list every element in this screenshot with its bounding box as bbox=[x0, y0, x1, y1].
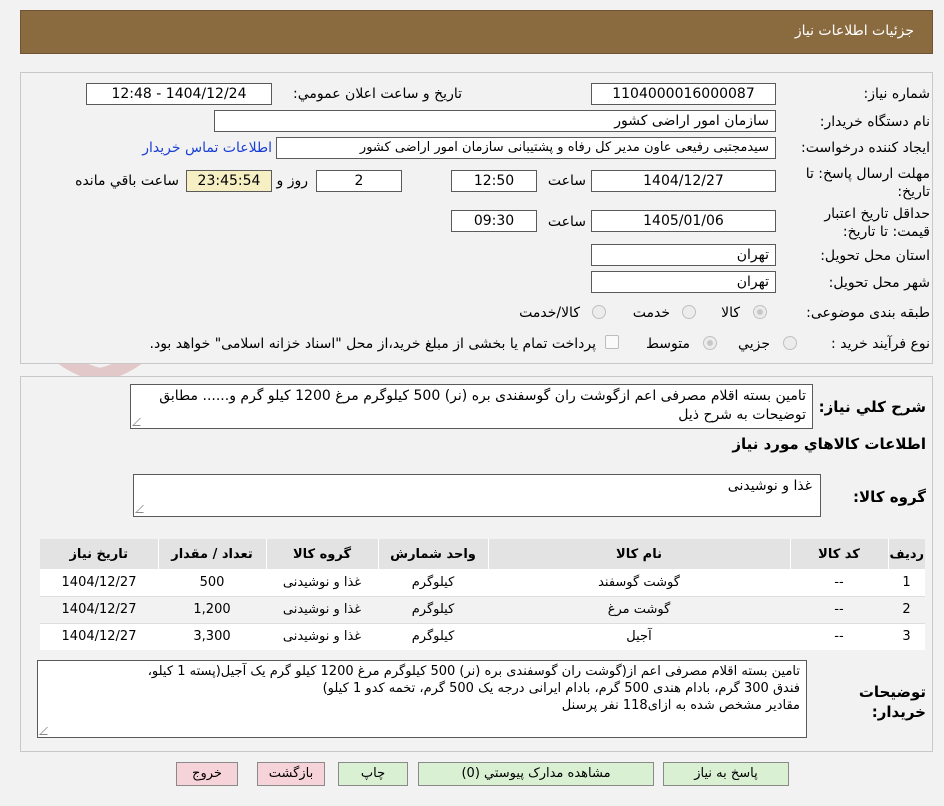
process-option-medium: متوسط bbox=[646, 336, 690, 352]
deadline-time-label: ساعت bbox=[547, 173, 586, 189]
category-radio-service[interactable] bbox=[682, 305, 696, 319]
city-label: شهر محل تحويل: bbox=[828, 275, 930, 291]
process-radio-minor[interactable] bbox=[783, 336, 797, 350]
goods-name: گوشت گوسفند bbox=[598, 574, 680, 590]
province-label: استان محل تحويل: bbox=[820, 248, 930, 264]
deadline-time-field: 12:50 bbox=[451, 170, 537, 192]
goods-table-header-row: رديف کد کالا نام کالا واحد شمارش گروه کا… bbox=[40, 539, 925, 569]
goods-code: -- bbox=[834, 602, 844, 617]
goods-unit: کیلوگرم bbox=[411, 574, 455, 590]
table-row: 2 -- گوشت مرغ کیلوگرم غذا و نوشیدنی 1,20… bbox=[40, 596, 925, 623]
col-name-header: نام کالا bbox=[487, 539, 790, 569]
category-option-goods: کالا bbox=[721, 305, 740, 321]
goods-qty: 3,300 bbox=[193, 629, 231, 645]
process-radio-medium[interactable] bbox=[703, 336, 717, 350]
buyer-notes-textarea: تامین بسته اقلام مصرفی اعم از(گوشت ران گ… bbox=[37, 660, 807, 738]
validity-time-field: 09:30 bbox=[451, 210, 537, 232]
requester-field: سیدمجتبی رفیعی عاون مدیر کل رفاه و پشتیب… bbox=[276, 137, 776, 159]
city-field: تهران bbox=[591, 271, 776, 293]
process-option-minor: جزيي bbox=[738, 336, 770, 352]
goods-code: -- bbox=[834, 629, 844, 645]
goods-table: رديف کد کالا نام کالا واحد شمارش گروه کا… bbox=[40, 539, 925, 650]
goods-group: غذا و نوشیدنی bbox=[282, 574, 362, 590]
province-field: تهران bbox=[591, 244, 776, 266]
goods-name: آجیل bbox=[626, 629, 652, 645]
row-index: 2 bbox=[902, 602, 911, 617]
process-label: نوع فرآيند خريد : bbox=[831, 336, 930, 352]
goods-date: 1404/12/27 bbox=[61, 574, 137, 590]
need-number-field: 1104000016000087 bbox=[591, 83, 776, 105]
summary-text: تامین بسته اقلام مصرفی اعم ازگوشت ران گو… bbox=[159, 388, 806, 423]
treasury-checkbox[interactable] bbox=[605, 335, 619, 349]
category-option-both: کالا/خدمت bbox=[519, 305, 580, 321]
col-qty-header: تعداد / مقدار bbox=[157, 539, 266, 569]
summary-label: شرح کلي نياز: bbox=[818, 398, 926, 416]
goods-group-textarea: غذا و نوشیدنی bbox=[133, 474, 821, 517]
requester-label: ايجاد کننده درخواست: bbox=[801, 140, 930, 156]
goods-unit: کیلوگرم bbox=[411, 602, 455, 617]
category-option-service: خدمت bbox=[632, 305, 670, 321]
goods-qty: 500 bbox=[199, 574, 225, 590]
col-row-header: رديف bbox=[887, 539, 925, 569]
buyer-notes-line: مقادیر مشخص شده به ازای118 نفر پرسنل bbox=[561, 698, 800, 713]
attachments-button[interactable]: مشاهده مدارک پيوستي (0) bbox=[418, 762, 654, 786]
col-date-header: تاريخ نياز bbox=[69, 546, 129, 562]
deadline-date-field: 1404/12/27 bbox=[591, 170, 776, 192]
goods-name: گوشت مرغ bbox=[607, 602, 671, 617]
buyer-org-field: سازمان امور اراضی کشور bbox=[214, 110, 776, 132]
table-row: 1 -- گوشت گوسفند کیلوگرم غذا و نوشیدنی 5… bbox=[40, 569, 925, 596]
col-group-header: گروه کالا bbox=[265, 539, 378, 569]
validity-date-field: 1405/01/06 bbox=[591, 210, 776, 232]
exit-button[interactable]: خروج bbox=[176, 762, 238, 786]
goods-qty: 1,200 bbox=[193, 602, 231, 617]
buyer-org-label: نام دستگاه خريدار: bbox=[819, 114, 930, 130]
announce-label: تاریخ و ساعت اعلان عمومي: bbox=[293, 86, 462, 102]
days-label: روز و bbox=[276, 173, 309, 189]
reply-button[interactable]: پاسخ به نياز bbox=[663, 762, 789, 786]
need-number-label: شماره نیاز: bbox=[863, 86, 931, 102]
buyer-notes-line: تامین بسته اقلام مصرفی اعم از(گوشت ران گ… bbox=[147, 664, 800, 679]
row-index: 1 bbox=[902, 574, 911, 590]
goods-date: 1404/12/27 bbox=[61, 602, 137, 617]
payment-note: پرداخت تمام يا بخشی از مبلغ خريد،از محل … bbox=[149, 336, 596, 352]
category-radio-both[interactable] bbox=[592, 305, 606, 319]
remaining-label: ساعت باقي مانده bbox=[75, 173, 179, 189]
summary-textarea: تامین بسته اقلام مصرفی اعم ازگوشت ران گو… bbox=[130, 384, 813, 429]
col-unit-header: واحد شمارش bbox=[377, 539, 488, 569]
deadline-label: مهلت ارسال پاسخ: تا تاريخ: bbox=[805, 166, 930, 200]
goods-unit: کیلوگرم bbox=[411, 629, 455, 645]
print-button[interactable]: چاپ bbox=[338, 762, 408, 786]
contact-buyer-link[interactable]: اطلاعات تماس خريدار bbox=[142, 140, 272, 156]
buyer-notes-label: توضيحات خريدار: bbox=[858, 683, 926, 721]
remaining-time-field: 23:45:54 bbox=[186, 170, 272, 192]
goods-code: -- bbox=[834, 574, 844, 590]
category-radio-goods[interactable] bbox=[753, 305, 767, 319]
table-row: 3 -- آجیل کیلوگرم غذا و نوشیدنی 3,300 14… bbox=[40, 623, 925, 650]
days-field: 2 bbox=[316, 170, 402, 192]
goods-group: غذا و نوشیدنی bbox=[282, 629, 362, 645]
goods-section-title: اطلاعات کالاهاي مورد نياز bbox=[732, 435, 926, 453]
buyer-notes-line: فندق 300 گرم، بادام هندی 500 گرم، بادام … bbox=[322, 681, 800, 696]
row-index: 3 bbox=[902, 629, 911, 645]
page-title: جزئیات اطلاعات نیاز bbox=[794, 23, 914, 39]
validity-label: حداقل تاريخ اعتبار قيمت: تا تاريخ: bbox=[824, 206, 930, 240]
col-code-header: کد کالا bbox=[789, 539, 888, 569]
back-button[interactable]: بازگشت bbox=[257, 762, 325, 786]
goods-date: 1404/12/27 bbox=[61, 629, 137, 645]
goods-group: غذا و نوشیدنی bbox=[282, 602, 362, 617]
goods-group-label: گروه کالا: bbox=[853, 488, 926, 506]
validity-time-label: ساعت bbox=[547, 214, 586, 230]
announce-field: 1404/12/24 - 12:48 bbox=[86, 83, 272, 105]
goods-group-value: غذا و نوشیدنی bbox=[727, 478, 812, 494]
category-label: طبقه بندی موضوعی: bbox=[806, 305, 930, 321]
header-bar: جزئیات اطلاعات نیاز bbox=[20, 10, 933, 54]
